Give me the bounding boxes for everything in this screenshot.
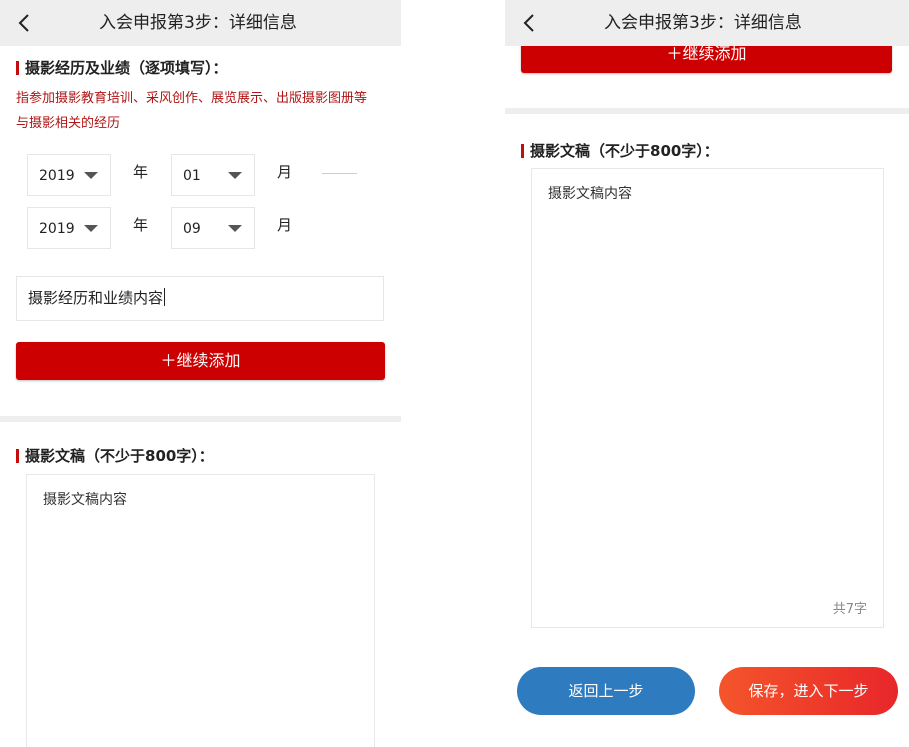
text-cursor xyxy=(164,288,166,306)
end-month-unit: 月 xyxy=(277,216,293,234)
experience-title-text: 摄影经历及业绩（逐项填写）： xyxy=(25,59,228,77)
caret-down-icon xyxy=(228,225,242,232)
end-year-unit: 年 xyxy=(133,216,149,234)
essay-content-text: 摄影文稿内容 xyxy=(43,492,127,508)
save-next-button[interactable]: 保存，进入下一步 xyxy=(719,667,898,715)
section-marker xyxy=(16,61,19,75)
end-month-select[interactable]: 09 xyxy=(171,207,255,249)
page-title: 入会申报第3步：详细信息 xyxy=(99,13,297,33)
word-counter: 共7字 xyxy=(832,602,867,617)
caret-down-icon xyxy=(228,172,242,179)
nav-header: 入会申报第3步：详细信息 xyxy=(505,0,909,46)
caret-down-icon xyxy=(84,225,98,232)
experience-hint-line2: 与摄影相关的经历 xyxy=(16,116,121,131)
section-divider xyxy=(505,108,909,114)
essay-title-text: 摄影文稿（不少于800字）： xyxy=(25,447,214,465)
nav-header: 入会申报第3步：详细信息 xyxy=(0,0,401,46)
back-step-button[interactable]: 返回上一步 xyxy=(517,667,695,715)
section-marker xyxy=(521,144,524,158)
experience-hint-line1: 指参加摄影教育培训、采风创作、展览展示、出版摄影图册等 xyxy=(16,91,368,106)
start-year-unit: 年 xyxy=(133,163,149,181)
caret-down-icon xyxy=(84,172,98,179)
experience-section-title: 摄影经历及业绩（逐项填写）： xyxy=(16,59,228,77)
essay-section-title: 摄影文稿（不少于800字）： xyxy=(521,142,719,160)
end-year-value: 2019 xyxy=(39,221,75,237)
essay-textarea[interactable]: 摄影文稿内容 xyxy=(26,474,375,747)
page-title: 入会申报第3步：详细信息 xyxy=(604,13,802,33)
essay-content-text: 摄影文稿内容 xyxy=(548,186,632,202)
start-year-select[interactable]: 2019 xyxy=(27,154,111,196)
right-screen: ＋继续添加 入会申报第3步：详细信息 摄影文稿（不少于800字）： 摄影文稿内容… xyxy=(505,0,909,747)
date-range-separator xyxy=(322,173,357,174)
start-year-value: 2019 xyxy=(39,168,75,184)
essay-textarea[interactable]: 摄影文稿内容 共7字 xyxy=(531,168,884,628)
section-divider xyxy=(0,416,401,422)
end-year-select[interactable]: 2019 xyxy=(27,207,111,249)
experience-content-value: 摄影经历和业绩内容 xyxy=(28,289,164,307)
essay-section-title: 摄影文稿（不少于800字）： xyxy=(16,447,214,465)
start-month-unit: 月 xyxy=(277,163,293,181)
section-marker xyxy=(16,449,19,463)
add-more-button[interactable]: ＋继续添加 xyxy=(16,342,385,380)
start-month-select[interactable]: 01 xyxy=(171,154,255,196)
left-screen: 入会申报第3步：详细信息 摄影经历及业绩（逐项填写）： 指参加摄影教育培训、采风… xyxy=(0,0,401,747)
essay-title-text: 摄影文稿（不少于800字）： xyxy=(530,142,719,160)
experience-content-input[interactable]: 摄影经历和业绩内容 xyxy=(16,276,384,321)
end-month-value: 09 xyxy=(183,221,201,237)
start-month-value: 01 xyxy=(183,168,201,184)
back-icon[interactable] xyxy=(515,8,545,38)
back-icon[interactable] xyxy=(10,8,40,38)
